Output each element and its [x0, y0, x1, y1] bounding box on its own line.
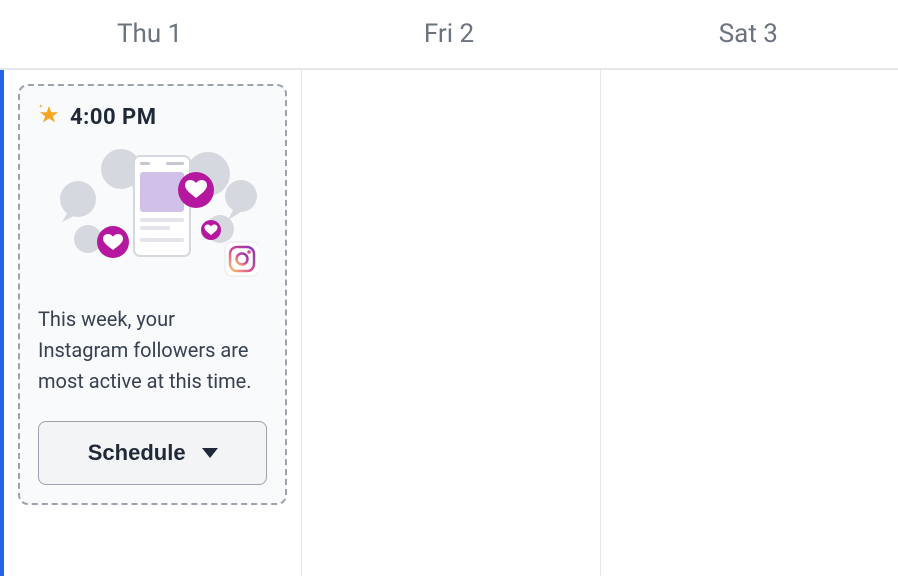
engagement-illustration [38, 144, 267, 284]
suggested-time: 4:00 PM [70, 105, 156, 130]
day-header-sat[interactable]: Sat 3 [599, 0, 898, 68]
star-icon [38, 104, 60, 130]
like-bubble-left [97, 226, 129, 258]
suggestion-message: This week, your Instagram followers are … [38, 304, 267, 397]
card-time-row: 4:00 PM [38, 104, 267, 130]
like-bubble-large [178, 172, 214, 208]
instagram-icon [225, 242, 258, 276]
calendar-body: 4:00 PM [0, 70, 898, 576]
day-column-sat[interactable] [601, 70, 898, 576]
like-bubble-small [201, 220, 221, 240]
calendar-header: Thu 1 Fri 2 Sat 3 [0, 0, 898, 70]
day-header-thu[interactable]: Thu 1 [0, 0, 299, 68]
chevron-down-icon [202, 448, 218, 458]
schedule-button[interactable]: Schedule [38, 421, 267, 485]
day-column-fri[interactable] [302, 70, 600, 576]
day-header-fri[interactable]: Fri 2 [299, 0, 598, 68]
best-time-suggestion-card: 4:00 PM [18, 84, 287, 505]
schedule-button-label: Schedule [88, 440, 186, 466]
day-column-thu[interactable]: 4:00 PM [0, 70, 302, 576]
